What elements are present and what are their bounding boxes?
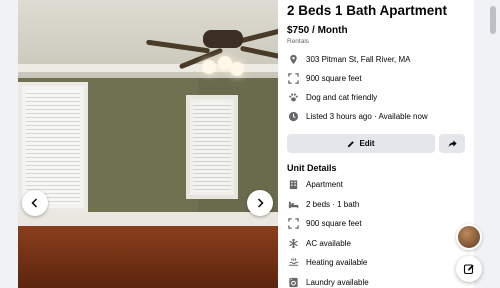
edit-button[interactable]: Edit bbox=[287, 134, 435, 153]
pencil-icon bbox=[348, 140, 355, 147]
chevron-right-icon bbox=[257, 198, 264, 208]
ceiling-fan bbox=[203, 30, 243, 48]
clock-icon bbox=[287, 111, 299, 123]
info-location: 303 Pitman St, Fall River, MA bbox=[287, 50, 466, 69]
paw-icon bbox=[287, 92, 299, 104]
square-feet-icon bbox=[287, 73, 299, 85]
info-square-feet: 900 square feet bbox=[287, 69, 466, 88]
location-pin-icon bbox=[287, 54, 299, 66]
share-button[interactable] bbox=[439, 134, 465, 153]
share-arrow-icon bbox=[448, 140, 457, 148]
laundry-icon bbox=[287, 276, 299, 288]
page-scroll-track[interactable] bbox=[486, 0, 500, 288]
heating-icon bbox=[287, 257, 299, 269]
unit-type: Apartment bbox=[287, 175, 466, 195]
wood-floor bbox=[18, 226, 278, 288]
unit-square-feet: 900 square feet bbox=[287, 214, 466, 234]
scrollbar-thumb[interactable] bbox=[490, 6, 496, 34]
unit-beds-baths: 2 beds · 1 bath bbox=[287, 195, 466, 215]
compose-icon bbox=[463, 264, 474, 275]
new-message-button[interactable] bbox=[456, 256, 482, 282]
marketplace-listing-view: 2 Beds 1 Bath Apartment $750 / Month Ren… bbox=[0, 0, 500, 288]
listing-photo bbox=[18, 0, 278, 288]
unit-laundry: Laundry available bbox=[287, 273, 466, 288]
previous-photo-button[interactable] bbox=[22, 190, 48, 216]
listing-info: 303 Pitman St, Fall River, MA 900 square… bbox=[287, 50, 466, 126]
unit-details-heading: Unit Details bbox=[287, 163, 337, 173]
listing-category[interactable]: Rentals bbox=[287, 37, 466, 46]
apartment-icon bbox=[287, 179, 299, 191]
chevron-left-icon bbox=[31, 198, 38, 208]
snowflake-icon bbox=[287, 237, 299, 249]
unit-heating: Heating available bbox=[287, 253, 466, 273]
listing-price: $750 / Month bbox=[287, 25, 348, 36]
info-pets: Dog and cat friendly bbox=[287, 88, 466, 107]
unit-details-list: Apartment 2 beds · 1 bath 900 square fee… bbox=[287, 175, 466, 288]
bed-icon bbox=[287, 198, 299, 210]
window-right bbox=[186, 95, 238, 199]
next-photo-button[interactable] bbox=[247, 190, 273, 216]
square-feet-icon bbox=[287, 218, 299, 230]
unit-ac: AC available bbox=[287, 234, 466, 254]
listing-details-panel: 2 Beds 1 Bath Apartment $750 / Month Ren… bbox=[278, 0, 474, 288]
listing-actions: Edit bbox=[287, 134, 466, 153]
listing-title: 2 Beds 1 Bath Apartment bbox=[287, 3, 448, 18]
chat-contact-avatar[interactable] bbox=[456, 224, 482, 250]
info-listed: Listed 3 hours ago · Available now bbox=[287, 107, 466, 126]
